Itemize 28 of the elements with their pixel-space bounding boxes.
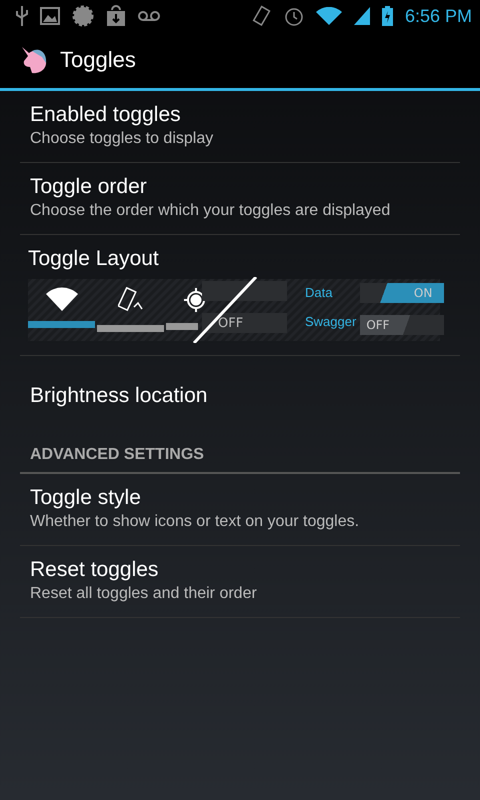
preference-title[interactable]: Toggle order: [30, 175, 147, 199]
preference-title[interactable]: Reset toggles: [30, 558, 158, 582]
wifi-icon: [316, 7, 342, 25]
divider-line: [192, 277, 258, 343]
unicorn-icon: [20, 45, 48, 75]
preference-summary: Choose the order which your toggles are displayed: [30, 202, 390, 220]
download-icon: [106, 5, 126, 27]
preference-title[interactable]: Enabled toggles: [30, 103, 181, 127]
signal-icon: [354, 7, 370, 25]
wifi-icon: [46, 287, 78, 311]
preference-summary: Reset all toggles and their order: [30, 585, 257, 603]
battery-icon: [382, 6, 393, 26]
category-header: ADVANCED SETTINGS: [30, 446, 204, 464]
preference-summary: Choose toggles to display: [30, 130, 214, 148]
clock: 6:56 PM: [404, 6, 472, 26]
alarm-icon: [284, 6, 304, 26]
usb-icon: [16, 6, 28, 26]
voicemail-icon: [138, 11, 160, 21]
preference-summary: Whether to show icons or text on your toggles.: [30, 513, 360, 531]
preference-title[interactable]: Toggle Layout: [28, 247, 159, 271]
preference-title[interactable]: Brightness location: [30, 384, 208, 408]
switch-label: Swagger: [305, 314, 356, 329]
image-icon: [40, 7, 60, 25]
switch-label: Data: [305, 285, 334, 300]
app-title: Toggles: [60, 47, 136, 73]
preference-title[interactable]: Toggle style: [30, 486, 141, 510]
gear-icon: [72, 5, 94, 27]
vibrate-icon: [252, 5, 272, 27]
